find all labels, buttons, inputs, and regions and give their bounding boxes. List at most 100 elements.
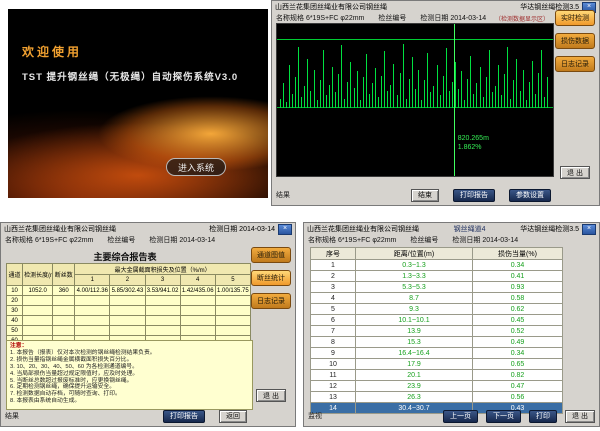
- close-icon[interactable]: ×: [582, 224, 596, 235]
- signal-spike: [544, 97, 545, 108]
- signal-spike: [381, 76, 382, 108]
- enter-system-button[interactable]: 进入系统: [166, 158, 226, 176]
- sub-header-5: 5: [215, 275, 250, 286]
- back-button[interactable]: 返回: [219, 410, 247, 423]
- side-button-channel-plot[interactable]: 通道图值: [251, 247, 291, 263]
- signal-spike: [489, 50, 490, 108]
- damage-row[interactable]: 610.1~10.10.45: [311, 315, 563, 326]
- signal-spike: [458, 89, 459, 107]
- signal-spike: [314, 70, 315, 108]
- company-name: 山西兰花集团丝绳业有限公司钢丝绳: [307, 224, 419, 234]
- damage-row[interactable]: 21.3~3.30.41: [311, 271, 563, 282]
- signal-spike: [421, 100, 422, 108]
- side-button-damage-data[interactable]: 损伤数据: [555, 33, 595, 49]
- side-button-column: 实时检测 损伤数据 日志记录 退 出: [554, 10, 596, 179]
- signal-spike: [384, 51, 385, 107]
- side-button-realtime[interactable]: 实时检测: [555, 10, 595, 26]
- signal-spike: [289, 65, 290, 108]
- side-button-log[interactable]: 日志记录: [251, 293, 291, 309]
- bottom-bar: 结果 结束 打印报告 参数设置: [276, 188, 551, 202]
- signal-spike: [415, 89, 416, 107]
- signal-spike: [455, 62, 456, 108]
- print-button[interactable]: 打印: [529, 410, 557, 423]
- damage-row[interactable]: 916.4~16.40.34: [311, 348, 563, 359]
- signal-spike: [320, 80, 321, 107]
- damage-row[interactable]: 815.30.49: [311, 337, 563, 348]
- cursor-value: 1.862%: [458, 143, 489, 152]
- signal-spike: [443, 76, 444, 108]
- rope-number-label: 检丝编号: [107, 235, 135, 245]
- bottom-bar: 结果 打印报告 返回: [5, 409, 247, 423]
- damage-row[interactable]: 713.90.52: [311, 326, 563, 337]
- signal-spike: [286, 102, 287, 108]
- damage-row[interactable]: 1223.90.47: [311, 381, 563, 392]
- signal-spike: [304, 86, 305, 107]
- cursor-line[interactable]: [454, 24, 455, 176]
- signal-spike: [292, 94, 293, 108]
- sub-header-2: 2: [110, 275, 145, 286]
- signal-spike: [523, 70, 524, 108]
- damage-row[interactable]: 10.3~1.30.34: [311, 260, 563, 271]
- next-page-button[interactable]: 下一页: [486, 410, 521, 423]
- spec-row: 名称规格 6*19S+FC φ22mm 检丝编号 检测日期 2014-03-14: [308, 235, 551, 245]
- waveform-plot[interactable]: 820.265m 1.862%: [276, 23, 554, 177]
- date-info: 检测日期 2014-03-14: [209, 224, 275, 234]
- app-title: TST 提升钢丝绳（无极绳）自动探伤系统V3.0: [22, 69, 238, 83]
- signal-spike: [476, 83, 477, 107]
- signal-spike: [310, 91, 311, 108]
- spec-name: 名称规格 6*19S+FC φ22mm: [5, 235, 93, 245]
- end-button[interactable]: 结束: [411, 189, 439, 202]
- signal-spike: [378, 97, 379, 108]
- signal-spike: [427, 53, 428, 108]
- params-button[interactable]: 参数设置: [509, 189, 551, 202]
- signal-spike: [280, 99, 281, 108]
- signal-spike: [507, 47, 508, 108]
- signal-spike: [409, 79, 410, 108]
- exit-button[interactable]: 退 出: [256, 389, 286, 402]
- signal-spike: [283, 83, 284, 107]
- titlebar: 山西兰花集团丝绳业有限公司钢丝绳 华达钢丝绳检测3.5 ×: [272, 1, 599, 12]
- notes-box: 注意： 1. 本报告（报表）仅对本次检测的钢丝绳检测结果负责。2. 损伤当量指钢…: [6, 340, 253, 410]
- spike-container: [277, 24, 553, 176]
- signal-spike: [433, 86, 434, 107]
- signal-spike: [329, 85, 330, 108]
- signal-spike: [498, 65, 499, 108]
- damage-row[interactable]: 1120.10.82: [311, 370, 563, 381]
- rope-number-label: 检丝编号: [378, 13, 406, 23]
- company-name: 山西兰花集团丝绳业有限公司钢丝绳: [4, 224, 116, 234]
- signal-spike: [495, 86, 496, 107]
- signal-spike: [317, 100, 318, 108]
- damage-row[interactable]: 48.70.58: [311, 293, 563, 304]
- close-icon[interactable]: ×: [278, 224, 292, 235]
- print-report-button[interactable]: 打印报告: [163, 410, 205, 423]
- signal-spike: [301, 97, 302, 108]
- signal-spike: [347, 82, 348, 108]
- status-text: 结果: [276, 190, 290, 200]
- exit-button[interactable]: 退 出: [565, 410, 595, 423]
- plot-note: （检测数据显示区）: [495, 14, 549, 23]
- signal-spike: [510, 99, 511, 108]
- side-button-log[interactable]: 日志记录: [555, 56, 595, 72]
- titlebar: 山西兰花集团丝绳业有限公司钢丝绳 钢丝绳道4 华达钢丝绳检测3.5 ×: [304, 223, 599, 234]
- damage-row[interactable]: 1326.30.56: [311, 392, 563, 403]
- print-report-button[interactable]: 打印报告: [453, 189, 495, 202]
- signal-spike: [526, 100, 527, 108]
- cursor-readout: 820.265m 1.862%: [458, 134, 489, 152]
- damage-row[interactable]: 35.3~5.30.93: [311, 282, 563, 293]
- note-line: 4. 当局部损伤当量超过规定限值时，应及时处理。: [10, 371, 249, 378]
- damage-row[interactable]: 59.30.62: [311, 304, 563, 315]
- col-header-broken: 断丝数: [53, 264, 75, 286]
- signal-spike: [547, 77, 548, 107]
- side-button-broken-wire-stats[interactable]: 断丝统计: [251, 270, 291, 286]
- signal-spike: [397, 95, 398, 107]
- signal-spike: [504, 74, 505, 107]
- signal-spike: [332, 67, 333, 108]
- signal-spike: [483, 97, 484, 108]
- signal-spike: [393, 64, 394, 108]
- prev-page-button[interactable]: 上一页: [443, 410, 478, 423]
- signal-spike: [341, 45, 342, 107]
- sub-header-1: 1: [75, 275, 110, 286]
- signal-spike: [513, 80, 514, 107]
- exit-button[interactable]: 退 出: [560, 166, 590, 179]
- damage-row[interactable]: 1017.90.65: [311, 359, 563, 370]
